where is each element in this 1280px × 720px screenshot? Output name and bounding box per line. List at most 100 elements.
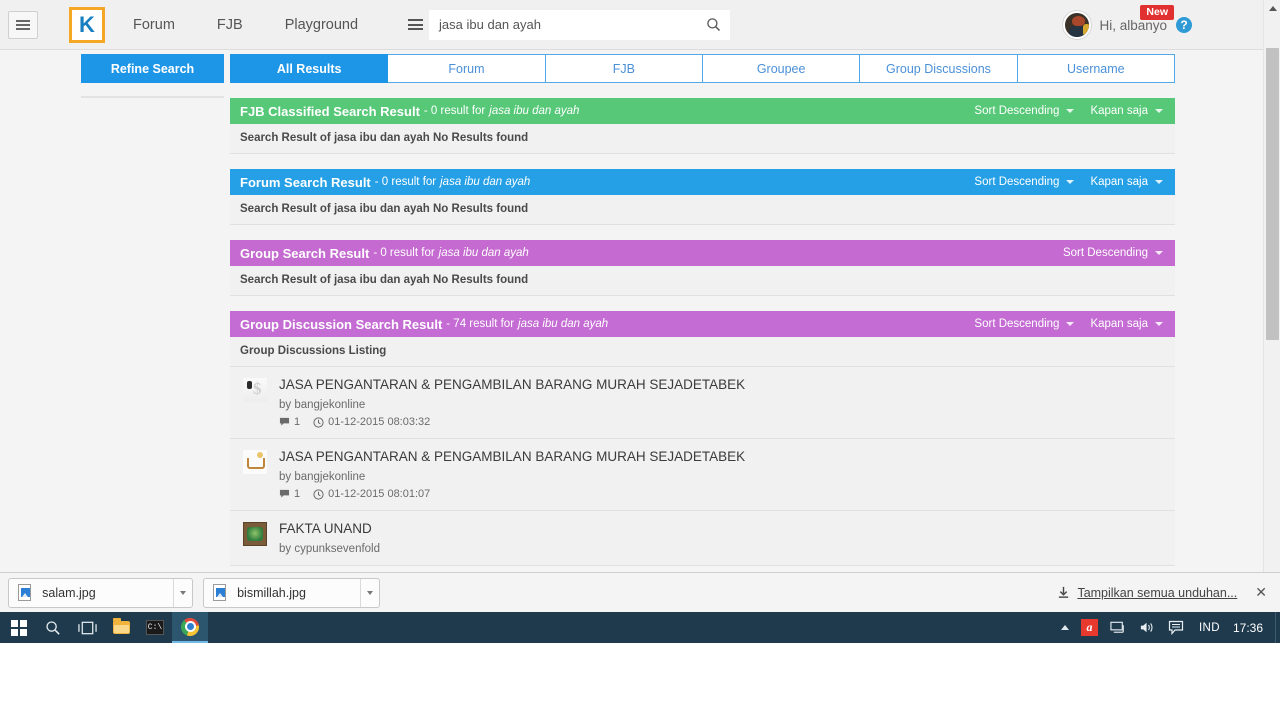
windows-start-button[interactable] xyxy=(2,612,36,643)
task-view-icon xyxy=(77,621,97,634)
block-title: Group Search Result xyxy=(240,245,370,261)
search-input[interactable]: jasa ibu dan ayah xyxy=(429,9,697,40)
tab-fjb[interactable]: FJB xyxy=(545,54,703,83)
block-count: - 0 result for xyxy=(373,247,435,259)
page-scrollbar[interactable] xyxy=(1263,0,1280,612)
block-title: Forum Search Result xyxy=(240,174,371,190)
tray-language-indicator[interactable]: IND xyxy=(1190,612,1229,643)
block-title: Group Discussion Search Result xyxy=(240,316,443,332)
avatar-accent xyxy=(1083,24,1090,36)
chevron-down-icon xyxy=(1155,251,1163,255)
taskbar-chrome-button[interactable] xyxy=(172,612,208,643)
taskbar-task-view-button[interactable] xyxy=(70,612,104,643)
windows-taskbar: C:\ a IND 17:36 xyxy=(0,612,1280,643)
search-icon xyxy=(46,620,60,635)
logo-letter: K xyxy=(79,11,95,37)
block-empty-message: Search Result of jasa ibu dan ayah No Re… xyxy=(230,195,1175,225)
desktop-background xyxy=(0,643,1280,720)
block-count: - 0 result for xyxy=(423,105,486,117)
chevron-down-icon xyxy=(1155,180,1163,184)
discussion-list: JASA PENGANTARAN & PENGAMBILAN BARANG MU… xyxy=(230,367,1175,566)
list-item[interactable]: JASA PENGANTARAN & PENGAMBILAN BARANG MU… xyxy=(230,367,1175,439)
list-item[interactable]: FAKTA UNAND by cypunksevenfold xyxy=(230,511,1175,566)
avatar[interactable] xyxy=(1063,11,1092,39)
discussion-title[interactable]: JASA PENGANTARAN & PENGAMBILAN BARANG MU… xyxy=(279,449,745,465)
chevron-down-icon xyxy=(1066,180,1075,184)
shopping-cart-thumbnail-icon xyxy=(243,450,267,474)
action-center-icon xyxy=(1168,620,1184,635)
download-menu-button[interactable] xyxy=(173,578,192,607)
taskbar-command-prompt-button[interactable]: C:\ xyxy=(138,612,172,643)
refine-search-button[interactable]: Refine Search xyxy=(81,54,224,83)
time-dropdown[interactable]: Kapan saja xyxy=(1090,176,1163,188)
chevron-down-icon xyxy=(1155,322,1163,326)
menu-toggle-button[interactable] xyxy=(8,10,38,39)
tab-all-results[interactable]: All Results xyxy=(230,54,389,83)
block-query: jasa ibu dan ayah xyxy=(440,176,531,188)
image-file-icon xyxy=(213,584,227,601)
tray-clock[interactable]: 17:36 xyxy=(1229,612,1275,643)
discussion-title[interactable]: FAKTA UNAND xyxy=(279,521,380,537)
tray-overflow-button[interactable] xyxy=(1055,612,1075,643)
tray-action-center-button[interactable] xyxy=(1162,612,1190,643)
sort-dropdown[interactable]: Sort Descending xyxy=(1063,247,1163,259)
tab-group-discussions[interactable]: Group Discussions xyxy=(860,54,1018,83)
nav-item-forum[interactable]: Forum xyxy=(119,17,189,33)
network-icon xyxy=(1110,621,1124,633)
discussion-timestamp: 01-12-2015 08:01:07 xyxy=(328,488,431,500)
taskbar-search-button[interactable] xyxy=(36,612,70,643)
sort-dropdown[interactable]: Sort Descending xyxy=(974,105,1075,117)
clock-icon xyxy=(313,488,324,500)
nav-item-fjb[interactable]: FJB xyxy=(203,17,257,33)
tab-username[interactable]: Username xyxy=(1017,54,1175,83)
file-explorer-icon xyxy=(112,618,130,634)
sort-dropdown[interactable]: Sort Descending xyxy=(974,176,1075,188)
search-category-button[interactable] xyxy=(401,9,430,40)
tray-network-button[interactable] xyxy=(1104,612,1133,643)
taskbar-file-explorer-button[interactable] xyxy=(104,612,138,643)
help-icon[interactable]: ? xyxy=(1176,17,1192,33)
tray-avast-button[interactable]: a xyxy=(1075,612,1104,643)
block-header: Group Discussion Search Result - 74 resu… xyxy=(230,311,1175,337)
chevron-up-icon xyxy=(1060,625,1069,630)
result-tabs: All Results Forum FJB Groupee Group Disc… xyxy=(230,54,1175,83)
download-item-bismillah[interactable]: bismillah.jpg xyxy=(203,577,380,608)
close-icon[interactable]: ✕ xyxy=(1255,584,1267,601)
result-block-group: Group Search Result - 0 result for jasa … xyxy=(230,240,1175,296)
block-count: - 74 result for xyxy=(446,318,515,330)
search-submit-button[interactable] xyxy=(696,9,731,40)
nav-item-playground[interactable]: Playground xyxy=(271,17,372,33)
search-icon xyxy=(706,18,720,32)
site-logo[interactable]: K xyxy=(69,6,105,43)
avast-icon: a xyxy=(1080,619,1098,636)
sort-label: Sort Descending xyxy=(974,318,1060,330)
clock-icon xyxy=(313,416,324,428)
comment-count: 1 xyxy=(294,416,301,428)
discussion-title[interactable]: JASA PENGANTARAN & PENGAMBILAN BARANG MU… xyxy=(279,377,745,393)
tab-groupee[interactable]: Groupee xyxy=(702,54,861,83)
sort-dropdown[interactable]: Sort Descending xyxy=(974,318,1075,330)
scroll-up-button[interactable] xyxy=(1264,0,1280,17)
block-empty-message: Search Result of jasa ibu dan ayah No Re… xyxy=(230,266,1175,296)
sort-label: Sort Descending xyxy=(974,105,1060,117)
time-dropdown[interactable]: Kapan saja xyxy=(1090,318,1163,330)
tray-volume-button[interactable] xyxy=(1133,612,1162,643)
chevron-down-icon xyxy=(1066,322,1075,326)
time-dropdown[interactable]: Kapan saja xyxy=(1090,105,1163,117)
tab-forum[interactable]: Forum xyxy=(388,54,546,83)
scrollbar-thumb[interactable] xyxy=(1266,48,1279,340)
download-item-salam[interactable]: salam.jpg xyxy=(8,577,193,608)
list-item[interactable]: JASA PENGANTARAN & PENGAMBILAN BARANG MU… xyxy=(230,439,1175,511)
download-menu-button[interactable] xyxy=(360,578,379,607)
show-all-downloads-link[interactable]: Tampilkan semua unduhan... xyxy=(1077,586,1237,600)
sort-label: Sort Descending xyxy=(1062,247,1148,259)
download-arrow-icon xyxy=(1057,586,1070,599)
block-title: FJB Classified Search Result xyxy=(240,103,420,119)
discussion-meta: 1 01-12-2015 08:03:32 xyxy=(279,416,745,428)
show-desktop-button[interactable] xyxy=(1275,612,1280,643)
new-badge: New xyxy=(1140,5,1174,20)
system-tray: a IND 17:36 xyxy=(1055,612,1280,643)
hamburger-icon xyxy=(16,18,30,32)
block-header: FJB Classified Search Result - 0 result … xyxy=(230,98,1175,124)
search-input-value: jasa ibu dan ayah xyxy=(439,17,541,32)
